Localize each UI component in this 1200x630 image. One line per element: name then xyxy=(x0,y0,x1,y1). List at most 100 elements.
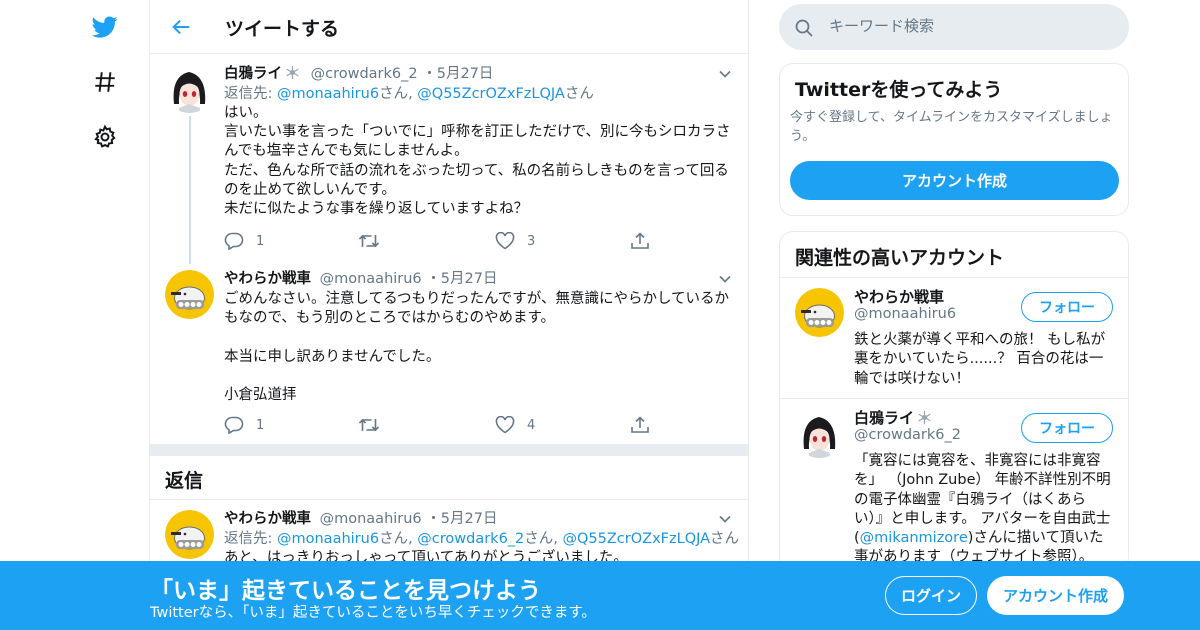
share-button[interactable] xyxy=(630,231,650,251)
author-handle[interactable]: @monaahiru6 xyxy=(320,271,422,287)
tweet-text: はい。 言いたい事を言った「ついでに」呼称を訂正しただけで、別に今もシロカラさん… xyxy=(224,105,731,218)
reply-prefix: 返信先: xyxy=(224,86,277,102)
tweet-header: やわらか戦車 @monaahiru6 ・5月27日 xyxy=(224,269,734,289)
related-account[interactable]: やわらか戦車 @monaahiru6 フォロー 鉄と火薬が導く平和への旅！ もし… xyxy=(780,278,1128,399)
search-icon xyxy=(795,19,813,37)
chevron-down-icon[interactable] xyxy=(718,511,732,525)
san-suffix: さん xyxy=(379,86,409,102)
account-name-text: 白鴉ライ xyxy=(854,409,915,427)
separator-dot: ・ xyxy=(422,66,437,82)
thread-line xyxy=(189,116,191,264)
share-icon xyxy=(631,416,649,433)
reply-prefix: 返信先: xyxy=(224,531,277,547)
follow-button[interactable]: フォロー xyxy=(1021,292,1113,322)
retweet-icon xyxy=(358,234,380,248)
author-handle[interactable]: @monaahiru6 xyxy=(320,511,422,527)
create-account-button[interactable]: アカウント作成 xyxy=(790,161,1119,200)
tweet[interactable]: やわらか戦車 @monaahiru6 ・5月27日 ごめんなさい。注意してるつも… xyxy=(150,264,748,444)
mention-link[interactable]: @Q55ZcrOZxFzLQJA xyxy=(417,86,565,102)
page-title: ツイートする xyxy=(225,18,340,40)
avatar-tank-icon xyxy=(795,288,844,337)
tweet-date[interactable]: 5月27日 xyxy=(441,511,498,527)
share-icon xyxy=(631,232,649,249)
mention-link[interactable]: @mikanmizore xyxy=(860,530,968,546)
account-bio: 「寛容には寛容を、非寛容には非寛容を」 （John Zube） 年齢不詳性別不明… xyxy=(854,452,1114,568)
like-count: 3 xyxy=(527,233,536,249)
author-name[interactable]: やわらか戦車 xyxy=(224,271,311,287)
tweet-actions: 1 3 xyxy=(224,231,664,251)
retweet-icon xyxy=(358,418,380,432)
related-account[interactable]: 白鴉ライ @crowdark6_2 フォロー 「寛容には寛容を、非寛容には非寛容… xyxy=(780,399,1128,570)
tweet-header: やわらか戦車 @monaahiru6 ・5月27日 xyxy=(224,509,734,529)
like-button[interactable]: 4 xyxy=(495,415,535,435)
san-suffix: さん xyxy=(524,531,554,547)
main-column: ツイートする 白鴉ライ @crowdark6_2 ・5月27日 返信先: @mo… xyxy=(149,0,749,630)
avatar-tank-icon xyxy=(165,510,214,559)
mention-link[interactable]: @Q55ZcrOZxFzLQJA xyxy=(563,531,711,547)
banner-title: 「いま」起きていることを見つけよう xyxy=(150,578,541,604)
tweet-date[interactable]: 5月27日 xyxy=(437,66,494,82)
signup-button[interactable]: アカウント作成 xyxy=(987,576,1124,615)
section-divider xyxy=(150,444,748,456)
avatar[interactable] xyxy=(165,270,214,319)
twitter-bird-icon[interactable] xyxy=(90,12,120,42)
account-name[interactable]: やわらか戦車 xyxy=(854,286,944,307)
tweet-actions: 1 4 xyxy=(224,415,664,435)
related-accounts-card: 関連性の高いアカウント やわらか戦車 @monaahiru6 フォロー 鉄と火薬… xyxy=(779,231,1129,571)
reply-button[interactable]: 1 xyxy=(224,415,264,435)
san-suffix: さん xyxy=(379,531,409,547)
account-handle[interactable]: @monaahiru6 xyxy=(854,306,956,322)
mention-link[interactable]: @monaahiru6 xyxy=(277,86,379,102)
share-button[interactable] xyxy=(630,415,650,435)
avatar[interactable] xyxy=(165,510,214,559)
signup-banner: 「いま」起きていることを見つけよう Twitterなら、「いま」起きていることを… xyxy=(0,561,1200,630)
avatar[interactable] xyxy=(795,409,844,458)
chevron-down-icon[interactable] xyxy=(718,66,732,80)
chevron-down-icon[interactable] xyxy=(718,271,732,285)
signup-card-subtitle: 今すぐ登録して、タイムラインをカスタマイズしましょう。 xyxy=(790,110,1113,144)
comma: , xyxy=(553,531,563,547)
avatar-anime-girl-icon xyxy=(795,409,844,458)
author-name[interactable]: やわらか戦車 xyxy=(224,511,311,527)
heart-icon xyxy=(495,232,515,250)
mention-link[interactable]: @monaahiru6 xyxy=(277,531,379,547)
separator-dot: ・ xyxy=(426,511,441,527)
account-bio: 鉄と火薬が導く平和への旅！ もし私が裏をかいていたら......？ 百合の花は一… xyxy=(854,332,1106,387)
tweet-date[interactable]: 5月27日 xyxy=(441,271,498,287)
back-button[interactable] xyxy=(166,12,196,42)
search-input[interactable] xyxy=(829,17,1109,35)
account-handle[interactable]: @crowdark6_2 xyxy=(854,427,961,443)
reply-to-line: 返信先: @monaahiru6さん, @Q55ZcrOZxFzLQJAさん xyxy=(224,84,734,104)
snowflake-icon xyxy=(918,410,931,425)
retweet-button[interactable] xyxy=(358,231,380,251)
avatar-anime-girl-icon xyxy=(165,64,214,113)
like-button[interactable]: 3 xyxy=(495,231,535,251)
comma: , xyxy=(408,531,418,547)
login-button[interactable]: ログイン xyxy=(885,576,977,615)
retweet-button[interactable] xyxy=(358,415,380,435)
san-suffix: さん xyxy=(564,86,594,102)
signup-card-title: Twitterを使ってみよう xyxy=(795,79,1003,101)
page-header: ツイートする xyxy=(150,0,748,54)
mention-link[interactable]: @crowdark6_2 xyxy=(417,531,524,547)
hashtag-icon[interactable] xyxy=(90,67,120,97)
reply-icon xyxy=(224,416,244,434)
reply-button[interactable]: 1 xyxy=(224,231,264,251)
avatar[interactable] xyxy=(165,64,214,113)
avatar[interactable] xyxy=(795,288,844,337)
author-name[interactable]: 白鴉ライ xyxy=(224,66,282,82)
tweet-text: ごめんなさい。注意してるつもりだったんですが、無意識にやらかしているかもなので、… xyxy=(224,291,730,404)
gear-icon[interactable] xyxy=(90,122,120,152)
account-name[interactable]: 白鴉ライ xyxy=(854,407,932,428)
follow-button[interactable]: フォロー xyxy=(1021,413,1113,443)
like-count: 4 xyxy=(527,417,536,433)
author-handle[interactable]: @crowdark6_2 xyxy=(311,66,418,82)
reply-tweet[interactable]: やわらか戦車 @monaahiru6 ・5月27日 返信先: @monaahir… xyxy=(150,500,748,561)
signup-card: Twitterを使ってみよう 今すぐ登録して、タイムラインをカスタマイズしましょ… xyxy=(779,63,1129,216)
snowflake-icon xyxy=(286,65,299,80)
search-box[interactable] xyxy=(779,4,1129,50)
left-nav xyxy=(80,0,130,630)
reply-to-line: 返信先: @monaahiru6さん, @crowdark6_2さん, @Q55… xyxy=(224,529,739,549)
reply-count: 1 xyxy=(256,417,265,433)
tweet[interactable]: 白鴉ライ @crowdark6_2 ・5月27日 返信先: @monaahiru… xyxy=(150,54,748,264)
